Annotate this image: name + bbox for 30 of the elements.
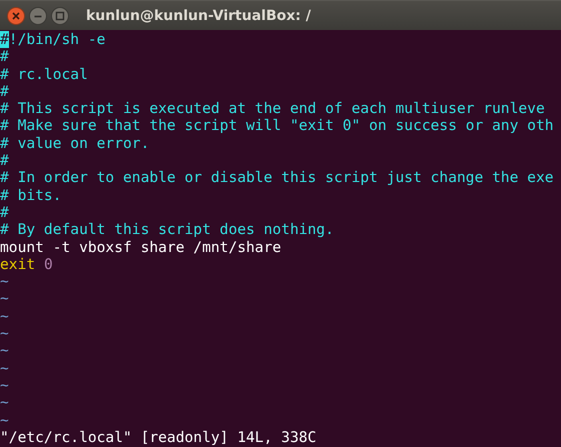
empty-line-marker: ~ [0, 325, 9, 342]
keyword: exit [0, 256, 36, 274]
exit-code: 0 [44, 256, 53, 274]
comment-line: # [0, 204, 9, 222]
comment-line: # By default this script does nothing. [0, 221, 334, 239]
code-line: mount -t vboxsf share /mnt/share [0, 238, 282, 256]
minimize-button[interactable] [29, 6, 47, 24]
comment-line: # [0, 152, 9, 170]
status-message: "/etc/rc.local" [readonly] 14L, 338C [0, 428, 316, 446]
comment-line: # value on error. [0, 134, 150, 152]
close-button[interactable] [7, 6, 25, 24]
empty-line-marker: ~ [0, 376, 9, 394]
empty-line-marker: ~ [0, 412, 9, 429]
comment-line: # This script is executed at the end of each multiuser runleve [0, 100, 545, 118]
code-line: !/bin/sh -e [8, 31, 106, 48]
empty-line-marker: ~ [0, 394, 9, 412]
comment-line: # [0, 82, 9, 100]
empty-line-marker: ~ [0, 308, 9, 326]
comment-line: # In order to enable or disable this script just change the exe [0, 169, 554, 187]
empty-line-marker: ~ [0, 360, 9, 377]
empty-line-marker: ~ [0, 342, 9, 360]
window-title: kunlun@kunlun-VirtualBox: / [86, 8, 311, 24]
maximize-button[interactable] [51, 6, 69, 24]
comment-line: # rc.local [0, 66, 88, 83]
comment-line: # bits. [0, 186, 62, 204]
empty-line-marker: ~ [0, 290, 9, 308]
empty-line-marker: ~ [0, 273, 9, 290]
text-cursor: # [0, 31, 9, 48]
comment-line: # Make sure that the script will "exit 0" on success or any oth [0, 117, 554, 135]
comment-line: # [0, 48, 9, 66]
